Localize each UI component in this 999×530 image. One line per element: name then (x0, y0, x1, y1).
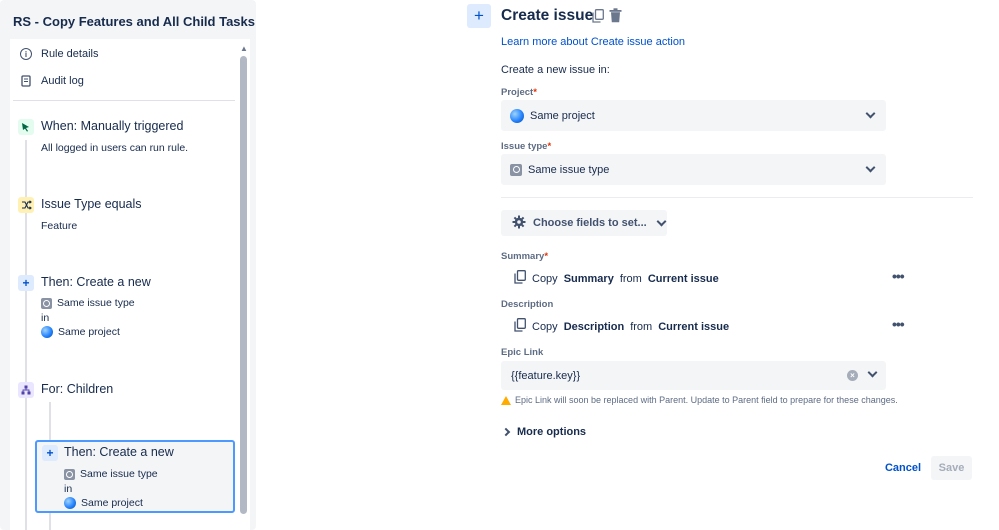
summary-copy-word: Copy (532, 272, 558, 285)
step-action2-project-label: Same project (81, 497, 143, 509)
gear-icon (512, 215, 526, 232)
summary-more-actions-icon[interactable]: ••• (892, 268, 905, 284)
step-action2-issue-type: Same issue type (64, 468, 158, 480)
description-field-name: Description (563, 320, 625, 333)
scroll-up-arrow-icon[interactable]: ▲ (240, 44, 248, 53)
chevron-down-icon (866, 164, 874, 172)
summary-copy-value[interactable]: Copy Summary from Current issue (514, 270, 719, 287)
required-marker: * (533, 87, 537, 98)
description-label: Description (501, 299, 553, 310)
project-icon (64, 497, 76, 509)
cancel-button[interactable]: Cancel (878, 457, 928, 479)
project-label: Project* (501, 87, 537, 98)
learn-more-link[interactable]: Learn more about Create issue action (501, 36, 685, 48)
cursor-click-icon (18, 119, 34, 135)
rule-title: RS - Copy Features and All Child Tasks (13, 14, 255, 29)
nav-audit-log-label: Audit log (41, 75, 84, 87)
more-options-label: More options (517, 426, 587, 438)
project-select-value: Same project (530, 109, 595, 122)
project-select[interactable]: Same project (501, 100, 886, 131)
choose-fields-button[interactable]: Choose fields to set... (501, 210, 667, 236)
epic-link-value: {{feature.key}} (511, 369, 581, 382)
issue-type-icon (64, 468, 75, 480)
section-intro: Create a new issue in: (501, 64, 610, 76)
plus-icon: + (18, 275, 34, 291)
copy-icon (514, 318, 526, 335)
copy-icon[interactable] (592, 9, 604, 28)
create-issue-plus-icon: + (467, 4, 491, 28)
step-action1-project-label: Same project (58, 326, 120, 338)
step-action1-project: Same project (41, 326, 120, 338)
project-label-text: Project (501, 87, 534, 98)
project-icon (41, 326, 53, 338)
step-condition-sub: Feature (41, 220, 78, 232)
summary-source: Current issue (647, 272, 719, 285)
step-action1-issue-type-label: Same issue type (57, 297, 135, 309)
epic-link-warning: Epic Link will soon be replaced with Par… (501, 395, 898, 405)
warning-icon (501, 395, 511, 405)
summary-label: Summary* (501, 251, 548, 262)
save-button[interactable]: Save (931, 456, 972, 480)
nav-rule-details[interactable]: i Rule details (20, 48, 98, 60)
divider (13, 100, 235, 101)
more-options-toggle[interactable]: More options (501, 426, 587, 438)
project-icon (510, 108, 524, 123)
nav-rule-details-label: Rule details (41, 48, 99, 60)
required-marker: * (544, 251, 549, 262)
description-from-word: from (630, 320, 653, 333)
step-action1-issue-type: Same issue type (41, 297, 135, 309)
shuffle-icon (18, 197, 34, 213)
chevron-right-icon (501, 427, 511, 437)
info-icon: i (20, 48, 32, 60)
summary-from-word: from (619, 272, 642, 285)
chevron-down-icon (866, 110, 874, 118)
step-action2-issue-type-label: Same issue type (80, 468, 158, 480)
step-condition-title: Issue Type equals (41, 197, 142, 211)
step-trigger-title: When: Manually triggered (41, 119, 184, 133)
step-action2-project: Same project (64, 497, 143, 509)
trash-icon[interactable] (609, 8, 622, 28)
step-action1-title: Then: Create a new (41, 275, 151, 289)
choose-fields-label: Choose fields to set... (533, 217, 647, 229)
clear-icon[interactable]: × (847, 370, 858, 381)
issue-type-icon (510, 163, 522, 176)
issue-type-select-value: Same issue type (528, 163, 610, 176)
step-action2-in: in (64, 483, 73, 495)
divider (501, 197, 973, 198)
issue-type-label: Issue type* (501, 141, 551, 152)
issue-type-icon (41, 297, 52, 309)
epic-link-label: Epic Link (501, 347, 543, 358)
summary-field-name: Summary (563, 272, 614, 285)
document-icon (20, 75, 32, 87)
hierarchy-icon (18, 382, 34, 398)
epic-link-label-text: Epic Link (501, 347, 544, 358)
description-more-actions-icon[interactable]: ••• (892, 316, 905, 332)
panel-title: Create issue (501, 7, 594, 24)
epic-link-select[interactable]: {{feature.key}} × (501, 361, 886, 390)
plus-icon: + (42, 445, 58, 461)
epic-link-warning-text: Epic Link will soon be replaced with Par… (515, 395, 898, 405)
nav-audit-log[interactable]: Audit log (20, 75, 84, 87)
step-trigger-sub: All logged in users can run rule. (41, 142, 189, 154)
step-action2-title: Then: Create a new (64, 445, 174, 459)
description-copy-value[interactable]: Copy Description from Current issue (514, 318, 729, 335)
summary-label-text: Summary (501, 251, 545, 262)
description-source: Current issue (658, 320, 730, 333)
scrollbar[interactable] (240, 56, 247, 514)
issue-type-label-text: Issue type (501, 141, 548, 152)
copy-icon (514, 270, 526, 287)
rule-sidebar: RS - Copy Features and All Child Tasks ▲… (0, 0, 256, 530)
issue-type-select[interactable]: Same issue type (501, 154, 886, 185)
chevron-down-icon (868, 369, 876, 377)
description-copy-word: Copy (532, 320, 558, 333)
description-label-text: Description (501, 299, 554, 310)
required-marker: * (547, 141, 552, 152)
chevron-down-icon (656, 216, 667, 226)
step-action1-in: in (41, 312, 50, 324)
step-branch-title: For: Children (41, 382, 114, 396)
